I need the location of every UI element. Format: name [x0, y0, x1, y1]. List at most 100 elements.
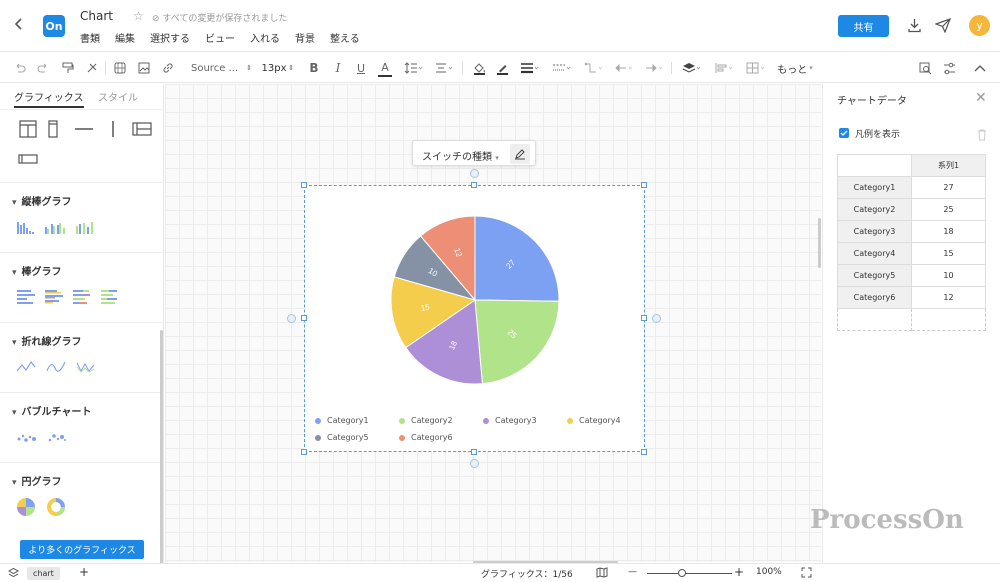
resize-handle-sw[interactable]: [301, 449, 307, 455]
grid-layout-icon[interactable]: [744, 59, 768, 77]
section-title[interactable]: 折れ線グラフ: [12, 333, 82, 348]
menu-view[interactable]: ビュー: [205, 30, 235, 45]
grouped-column-chart-icon[interactable]: [44, 219, 66, 235]
section-title[interactable]: 円グラフ: [12, 473, 62, 488]
horizontal-line-icon[interactable]: [74, 120, 94, 138]
rotate-handle-bottom[interactable]: [470, 459, 479, 468]
table-icon[interactable]: [112, 59, 128, 77]
legend-item-category1[interactable]: Category1: [315, 416, 369, 425]
resize-handle-ne[interactable]: [641, 182, 647, 188]
zoom-level[interactable]: 100%: [756, 567, 782, 577]
arrow-start-icon[interactable]: [612, 59, 636, 77]
rotate-handle-left[interactable]: [287, 314, 296, 323]
stacked-bar-chart-icon[interactable]: [72, 289, 92, 305]
align-icon[interactable]: [433, 59, 455, 77]
chevron-left-icon[interactable]: [14, 16, 30, 36]
line-color-icon[interactable]: [494, 59, 510, 77]
legend-item-category3[interactable]: Category3: [483, 416, 537, 425]
rotate-handle-right[interactable]: [652, 314, 661, 323]
left-panel-scrollbar[interactable]: [160, 330, 163, 570]
scatter-chart-icon[interactable]: [46, 429, 68, 445]
value-cell[interactable]: 12: [911, 286, 986, 309]
align-objects-icon[interactable]: [712, 59, 736, 77]
resize-handle-e[interactable]: [641, 315, 647, 321]
section-title[interactable]: 棒グラフ: [12, 263, 62, 278]
layers-icon[interactable]: [680, 59, 704, 77]
more-menu[interactable]: もっと ▾: [776, 59, 814, 77]
share-button[interactable]: 共有: [838, 15, 889, 37]
underline-button[interactable]: U: [354, 59, 368, 77]
line-chart-icon[interactable]: [16, 359, 36, 375]
clear-format-icon[interactable]: [84, 59, 100, 77]
layers-icon[interactable]: [7, 567, 20, 581]
grouped-bar-chart-icon[interactable]: [44, 289, 64, 305]
table-corner-cell[interactable]: [837, 154, 912, 177]
bar-chart-icon[interactable]: [16, 289, 36, 305]
fill-bucket-icon[interactable]: [471, 59, 487, 77]
empty-value-cell[interactable]: [911, 308, 986, 331]
trash-icon[interactable]: [977, 126, 987, 141]
send-icon[interactable]: [934, 16, 952, 34]
resize-handle-s[interactable]: [471, 449, 477, 455]
close-icon[interactable]: ✕: [975, 90, 987, 106]
zoom-slider-track[interactable]: [647, 573, 732, 574]
legend-item-category4[interactable]: Category4: [567, 416, 621, 425]
arrow-end-icon[interactable]: [642, 59, 666, 77]
zoom-slider-knob[interactable]: [678, 569, 686, 577]
bubble-chart-icon[interactable]: [16, 429, 38, 445]
value-cell[interactable]: 15: [911, 242, 986, 265]
category-cell[interactable]: Category6: [837, 286, 912, 309]
link-icon[interactable]: [160, 59, 176, 77]
donut-chart-icon[interactable]: [46, 497, 66, 517]
menu-background[interactable]: 背景: [295, 30, 315, 45]
font-family-select[interactable]: Source ...: [191, 59, 246, 77]
line-style-icon[interactable]: [550, 59, 574, 77]
section-title[interactable]: 縦棒グラフ: [12, 193, 72, 208]
category-cell[interactable]: Category5: [837, 264, 912, 287]
category-cell[interactable]: Category4: [837, 242, 912, 265]
rotate-handle-top[interactable]: [470, 169, 479, 178]
pencil-icon[interactable]: [510, 144, 530, 164]
map-icon[interactable]: [596, 567, 608, 581]
font-color-button[interactable]: A: [378, 59, 392, 77]
stacked-column-chart-icon[interactable]: [74, 219, 96, 235]
add-page-button[interactable]: +: [79, 565, 89, 579]
zoom-in-button[interactable]: +: [734, 565, 744, 579]
table-layout-icon[interactable]: [18, 120, 38, 138]
more-graphics-button[interactable]: より多くのグラフィックス: [20, 540, 144, 559]
value-cell[interactable]: 18: [911, 220, 986, 243]
show-legend-checkbox[interactable]: [839, 128, 849, 138]
undo-icon[interactable]: [12, 59, 28, 77]
resize-handle-w[interactable]: [301, 315, 307, 321]
legend-item-category5[interactable]: Category5: [315, 433, 369, 442]
menu-document[interactable]: 書類: [80, 30, 100, 45]
menu-edit[interactable]: 編集: [115, 30, 135, 45]
swimlane-icon[interactable]: [132, 120, 152, 138]
value-cell[interactable]: 27: [911, 176, 986, 199]
bold-button[interactable]: B: [307, 59, 321, 77]
category-cell[interactable]: Category3: [837, 220, 912, 243]
font-size-select[interactable]: 13px: [260, 59, 288, 77]
menu-insert[interactable]: 入れる: [250, 30, 280, 45]
value-cell[interactable]: 10: [911, 264, 986, 287]
line-weight-icon[interactable]: [518, 59, 542, 77]
image-icon[interactable]: [136, 59, 152, 77]
star-icon[interactable]: ☆: [133, 9, 144, 23]
series-header-cell[interactable]: 系列1: [911, 154, 986, 177]
resize-handle-n[interactable]: [471, 182, 477, 188]
value-cell[interactable]: 25: [911, 198, 986, 221]
menu-select[interactable]: 選択する: [150, 30, 190, 45]
percent-bar-chart-icon[interactable]: [100, 289, 120, 305]
fullscreen-icon[interactable]: [801, 567, 812, 581]
horizontal-container-icon[interactable]: [18, 150, 38, 169]
column-chart-icon[interactable]: [16, 219, 36, 235]
vertical-container-icon[interactable]: [46, 120, 60, 138]
connector-icon[interactable]: [582, 59, 606, 77]
resize-handle-nw[interactable]: [301, 182, 307, 188]
empty-category-cell[interactable]: [837, 308, 912, 331]
category-cell[interactable]: Category2: [837, 198, 912, 221]
category-cell[interactable]: Category1: [837, 176, 912, 199]
smooth-line-chart-icon[interactable]: [46, 359, 66, 375]
line-spacing-icon[interactable]: [402, 59, 424, 77]
chevron-up-icon[interactable]: [972, 59, 988, 77]
